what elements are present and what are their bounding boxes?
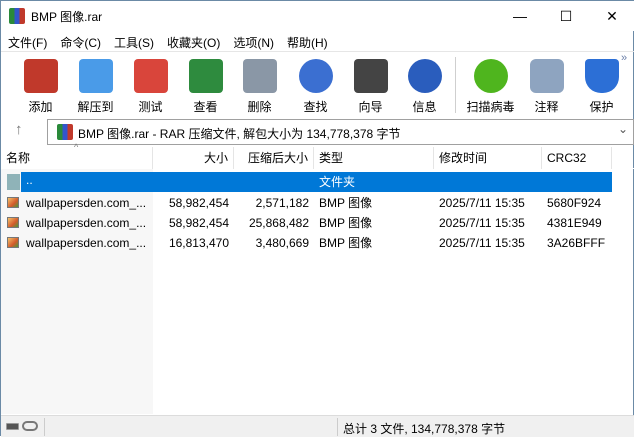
virus-scan-icon [473,59,508,93]
cell-type: BMP 图像 [319,236,373,250]
file-row[interactable]: wallpapersden.com_... 16,813,470 3,480,669… [1,233,634,253]
cell-name: wallpapersden.com_... [26,196,147,210]
column-header-1[interactable]: 大小 [153,147,234,169]
info-icon [407,59,442,93]
address-text: BMP 图像.rar - RAR 压缩文件, 解包大小为 134,778,378… [78,127,401,141]
column-header-4[interactable]: 修改时间 [434,147,542,169]
menu-item-0[interactable]: 文件(F) [1,31,53,51]
protect-shield-icon [584,59,619,93]
toolbar-button-label: 保护 [589,100,614,114]
add-archive-icon [23,59,58,93]
toolbar-button-label: 解压到 [77,100,114,114]
toolbar-separator [455,57,456,113]
bmp-file-icon [7,197,19,208]
cell-packed: 3,480,669 [255,236,309,250]
trash-icon [242,59,277,93]
file-row[interactable]: wallpapersden.com_... 58,982,454 2,571,182… [1,193,634,213]
cell-name: wallpapersden.com_... [26,216,147,230]
bmp-file-icon [7,217,19,228]
cell-crc: 3A26BFFF [547,236,606,250]
drive-icon [6,423,19,430]
status-divider [337,418,338,436]
address-bar[interactable]: BMP 图像.rar - RAR 压缩文件, 解包大小为 134,778,378… [47,119,634,145]
archive-icon [57,124,73,140]
cell-modified: 2025/7/11 15:35 [439,196,525,210]
menu-item-5[interactable]: 帮助(H) [280,31,334,51]
up-button[interactable]: ↑ [15,121,23,138]
toolbar-button-0[interactable]: 添加 [13,56,68,116]
parent-type: 文件夹 [319,175,356,189]
test-clipboard-icon [133,59,168,93]
toolbar-button-1[interactable]: 解压到 [68,56,123,116]
cell-packed: 2,571,182 [255,196,309,210]
toolbar-button-2[interactable]: 测试 [123,56,178,116]
menu-item-3[interactable]: 收藏夹(O) [160,31,226,51]
toolbar-button-10[interactable]: 保护 [574,56,629,116]
bmp-file-icon [7,237,19,248]
cell-name: wallpapersden.com_... [26,236,147,250]
minimize-button[interactable]: — [497,1,543,31]
folder-icon [7,174,20,190]
cell-size: 58,982,454 [168,196,229,210]
file-row[interactable]: wallpapersden.com_... 58,982,454 25,868,48… [1,213,634,233]
toolbar-button-9[interactable]: 注释 [519,56,574,116]
status-total: 总计 3 文件, 134,778,378 字节 [343,422,506,436]
column-header-3[interactable]: 类型 [314,147,434,169]
view-book-icon [188,59,223,93]
cell-type: BMP 图像 [319,196,373,210]
toolbar-button-label: 查找 [303,100,328,114]
toolbar-button-6[interactable]: 向导 [343,56,398,116]
toolbar: » 添加 解压到 测试 查看 删除 查找 向导 信息 扫描病毒 注释 保护 [1,51,634,117]
toolbar-button-7[interactable]: 信息 [397,56,452,116]
toolbar-button-label: 扫描病毒 [466,100,515,114]
status-divider [44,418,45,436]
parent-name: .. [26,173,33,187]
find-magnifier-icon [298,59,333,93]
column-header-5[interactable]: CRC32 [542,147,612,169]
menu-item-2[interactable]: 工具(S) [107,31,160,51]
column-header: 名称 大小 压缩后大小 类型 修改时间 CRC32 [1,147,634,169]
extract-folder-icon [78,59,113,93]
parent-folder-row[interactable]: .. 文件夹 [1,172,634,192]
comment-icon [529,59,564,93]
key-icon [22,421,38,431]
cell-size: 16,813,470 [168,236,229,250]
window-title: BMP 图像.rar [31,10,103,24]
menu-item-1[interactable]: 命令(C) [53,31,107,51]
wizard-wand-icon [353,59,388,93]
title-bar: BMP 图像.rar — ☐ ✕ [1,1,634,31]
column-header-2[interactable]: 压缩后大小 [234,147,314,169]
toolbar-button-5[interactable]: 查找 [288,56,343,116]
toolbar-button-label: 添加 [28,100,53,114]
toolbar-button-label: 查看 [193,100,218,114]
toolbar-button-label: 信息 [412,100,437,114]
toolbar-button-8[interactable]: 扫描病毒 [463,56,518,116]
cell-crc: 4381E949 [547,216,602,230]
toolbar-button-label: 测试 [138,100,163,114]
chevron-down-icon[interactable]: ⌄ [618,122,628,136]
close-button[interactable]: ✕ [589,1,634,31]
cell-size: 58,982,454 [168,216,229,230]
toolbar-button-label: 删除 [247,100,272,114]
cell-packed: 25,868,482 [248,216,309,230]
toolbar-button-label: 注释 [534,100,559,114]
cell-modified: 2025/7/11 15:35 [439,216,525,230]
toolbar-button-label: 向导 [358,100,383,114]
toolbar-button-4[interactable]: 删除 [232,56,287,116]
status-bar: 总计 3 文件, 134,778,378 字节 [1,415,634,437]
menu-item-4[interactable]: 选项(N) [226,31,280,51]
winrar-logo-icon [9,8,25,24]
toolbar-button-3[interactable]: 查看 [178,56,233,116]
maximize-button[interactable]: ☐ [543,1,589,31]
cell-type: BMP 图像 [319,216,373,230]
menu-bar: 文件(F) 命令(C) 工具(S) 收藏夹(O) 选项(N) 帮助(H) [1,31,634,51]
cell-crc: 5680F924 [547,196,602,210]
sort-arrow-icon: ^ [74,142,79,152]
cell-modified: 2025/7/11 15:35 [439,236,525,250]
